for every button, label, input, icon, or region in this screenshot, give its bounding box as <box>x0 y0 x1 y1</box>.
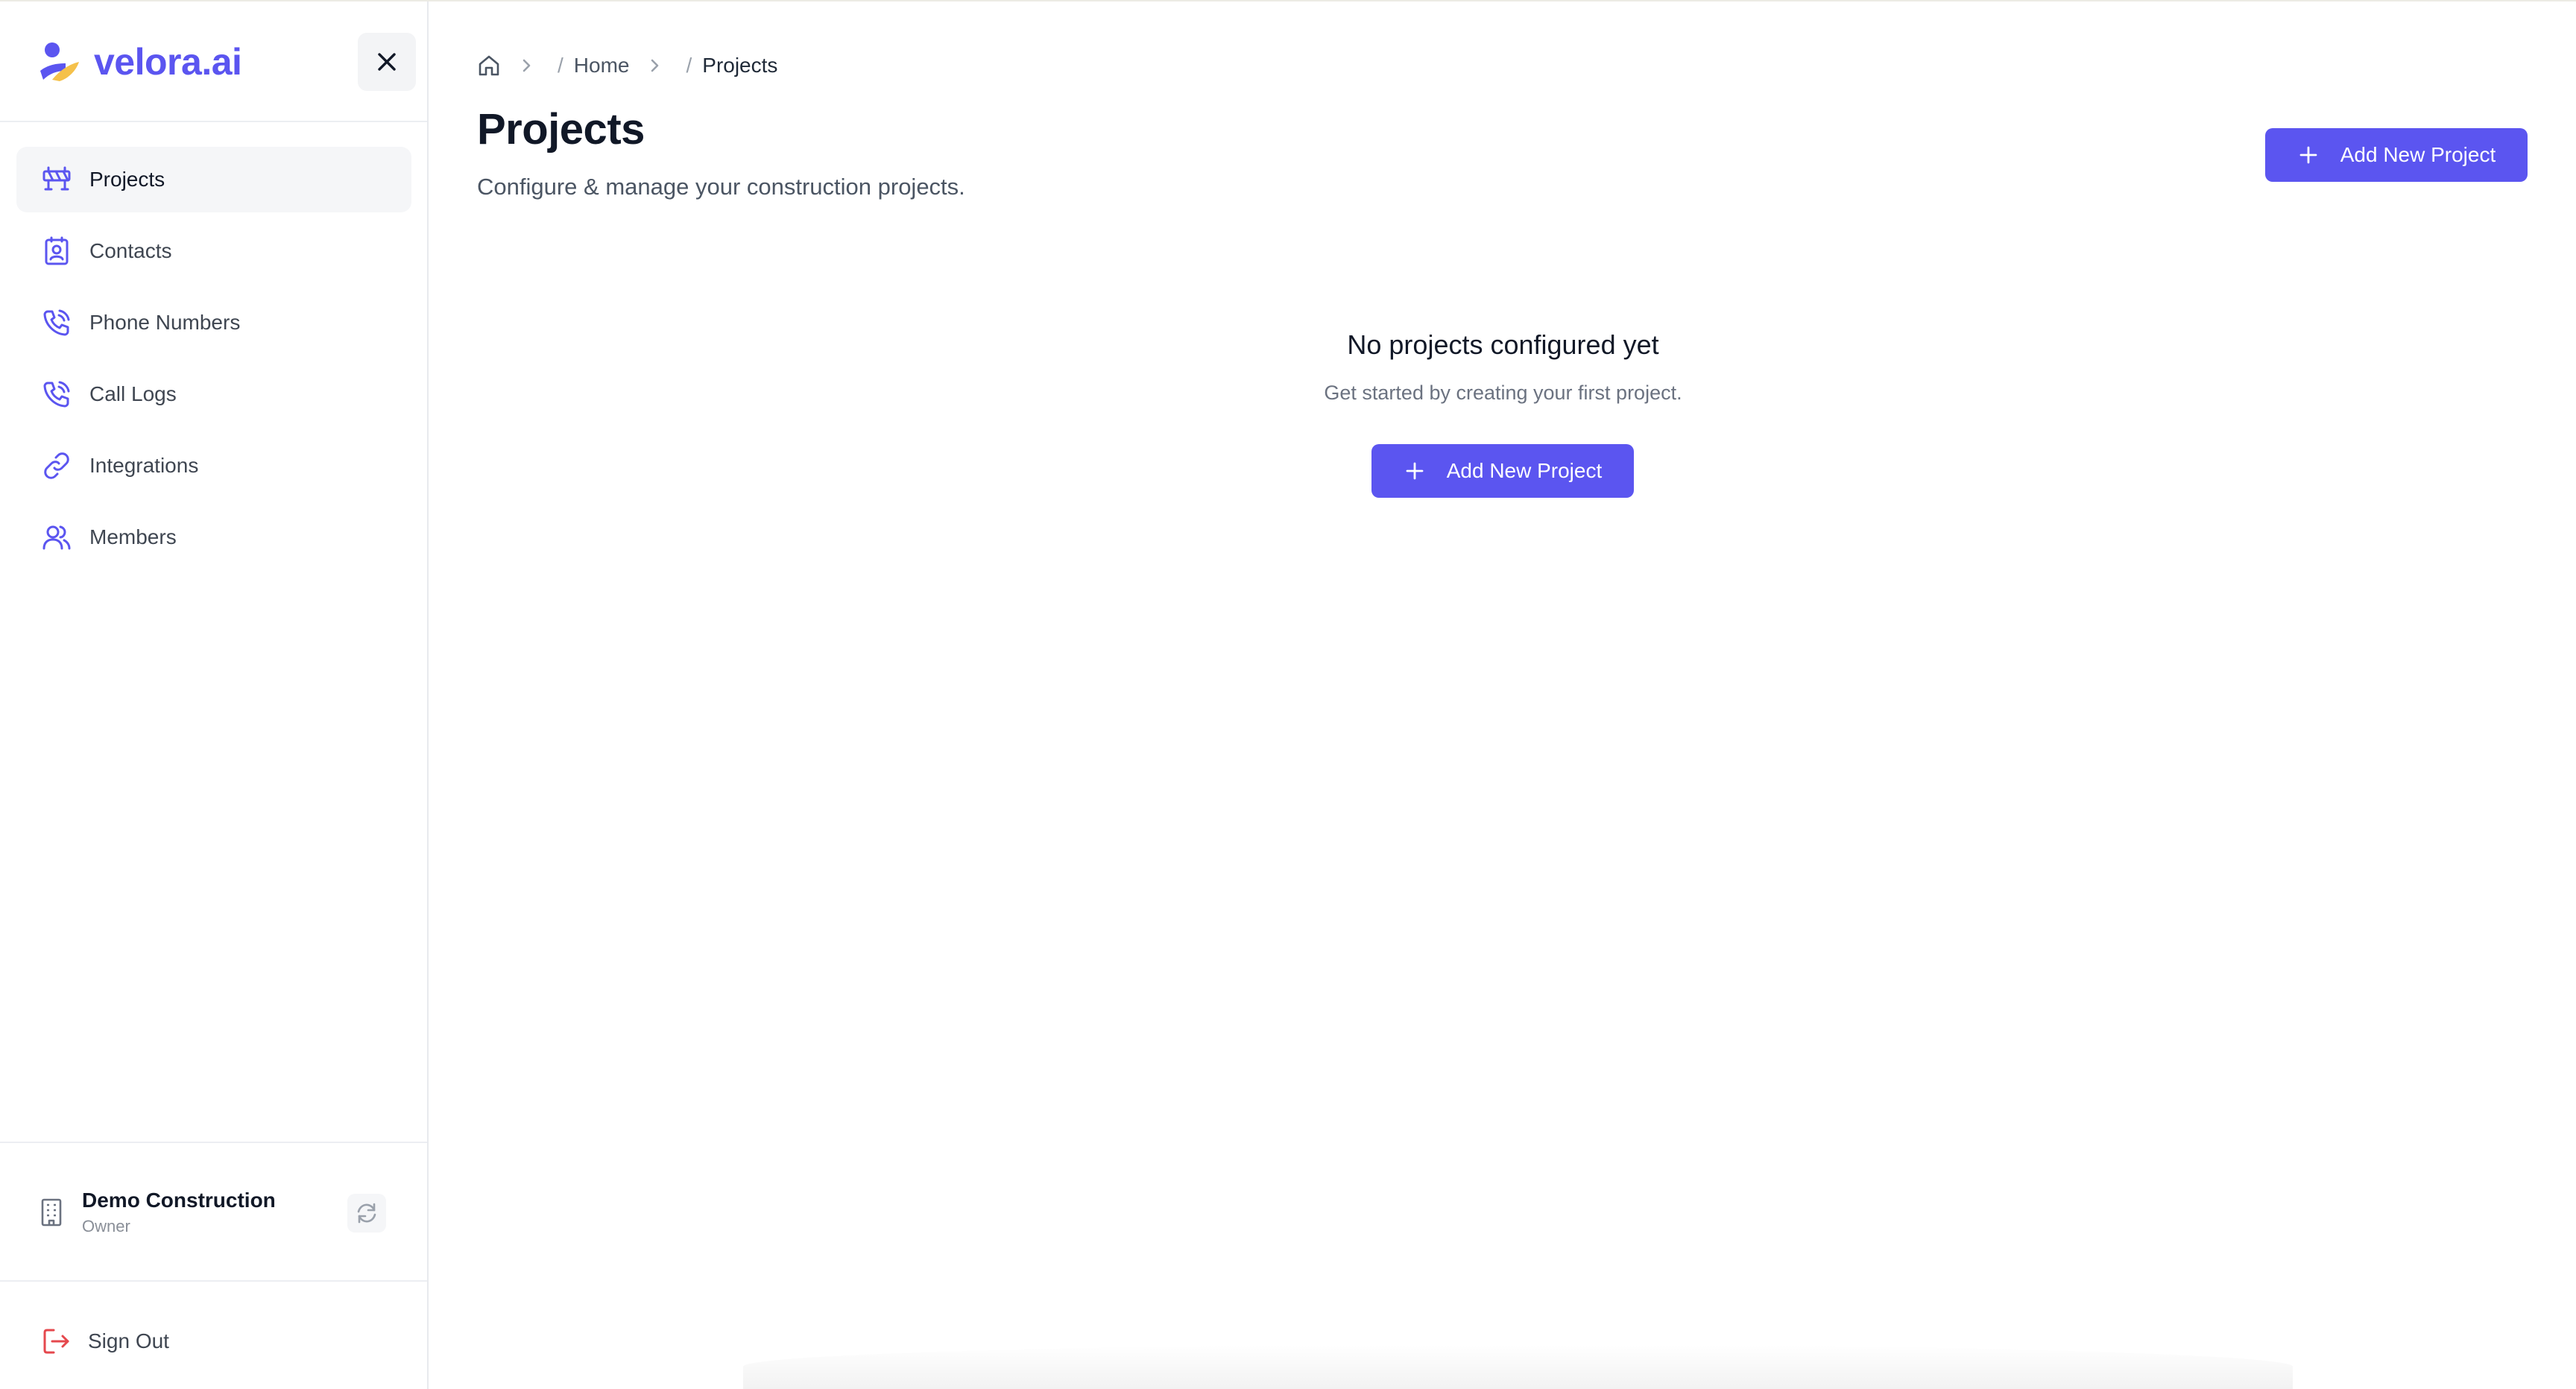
empty-state-subtitle: Get started by creating your first proje… <box>1324 382 1682 404</box>
refresh-icon <box>357 1203 376 1224</box>
empty-state-title: No projects configured yet <box>430 329 2576 361</box>
breadcrumb-current: Projects <box>702 54 778 77</box>
sidebar-item-members[interactable]: Members <box>16 504 411 570</box>
sidebar-item-label: Contacts <box>89 239 172 262</box>
sign-out-button[interactable]: Sign Out <box>40 1320 169 1362</box>
velora-logo-icon <box>40 42 79 81</box>
breadcrumb: / Home / Projects <box>477 49 777 82</box>
users-icon <box>40 521 73 554</box>
sidebar: velora.ai Projects Contacts Phone Number… <box>0 1 429 1389</box>
sidebar-item-contacts[interactable]: Contacts <box>16 218 411 284</box>
page-subtitle: Configure & manage your construction pro… <box>477 174 965 200</box>
add-new-project-button[interactable]: Add New Project <box>2265 128 2528 182</box>
link-icon <box>40 449 73 482</box>
phone-icon <box>40 306 73 339</box>
chevron-right-icon <box>517 54 540 77</box>
add-new-project-label: Add New Project <box>2340 143 2496 166</box>
plus-icon <box>2297 144 2320 166</box>
plus-icon <box>1404 460 1426 482</box>
close-sidebar-button[interactable] <box>358 33 416 91</box>
close-icon <box>378 53 396 71</box>
sidebar-divider <box>0 121 427 122</box>
breadcrumb-separator: / <box>686 54 692 77</box>
sidebar-item-label: Members <box>89 525 177 548</box>
sidebar-item-phone-numbers[interactable]: Phone Numbers <box>16 290 411 355</box>
empty-state-add-project-button[interactable]: Add New Project <box>1371 444 1634 498</box>
sidebar-item-call-logs[interactable]: Call Logs <box>16 361 411 427</box>
sidebar-item-label: Call Logs <box>89 382 177 405</box>
breadcrumb-separator: / <box>558 54 564 77</box>
empty-state-add-project-label: Add New Project <box>1446 459 1603 482</box>
brand-name: velora.ai <box>94 41 242 83</box>
sidebar-item-projects[interactable]: Projects <box>16 147 411 212</box>
page-title: Projects <box>477 105 645 154</box>
organization-name: Demo Construction <box>82 1189 276 1212</box>
sign-out-label: Sign Out <box>88 1329 169 1352</box>
sidebar-item-label: Projects <box>89 168 165 191</box>
bottom-edge-shadow <box>743 1344 2293 1389</box>
brand[interactable]: velora.ai <box>36 36 242 88</box>
sidebar-nav: Projects Contacts Phone Numbers Call Log… <box>16 147 411 576</box>
sign-out-icon <box>40 1325 73 1358</box>
app-window: velora.ai Projects Contacts Phone Number… <box>0 0 2576 1389</box>
organization-info: Demo Construction Owner <box>40 1183 391 1242</box>
sidebar-divider <box>0 1280 427 1282</box>
main-content: / Home / Projects Projects Configure & m… <box>430 1 2576 1389</box>
sidebar-item-label: Integrations <box>89 454 199 477</box>
organization-role: Owner <box>82 1217 130 1235</box>
barrier-icon <box>40 163 73 196</box>
building-icon <box>40 1196 67 1229</box>
breadcrumb-home[interactable]: Home <box>574 54 630 77</box>
chevron-right-icon <box>645 54 668 77</box>
home-icon[interactable] <box>477 54 501 77</box>
sidebar-divider <box>0 1142 427 1143</box>
sidebar-item-label: Phone Numbers <box>89 311 241 334</box>
empty-state-title-text: No projects configured yet <box>1347 329 1659 360</box>
switch-organization-button[interactable] <box>347 1194 386 1233</box>
phone-icon <box>40 378 73 411</box>
sidebar-item-integrations[interactable]: Integrations <box>16 433 411 499</box>
contact-card-icon <box>40 235 73 268</box>
